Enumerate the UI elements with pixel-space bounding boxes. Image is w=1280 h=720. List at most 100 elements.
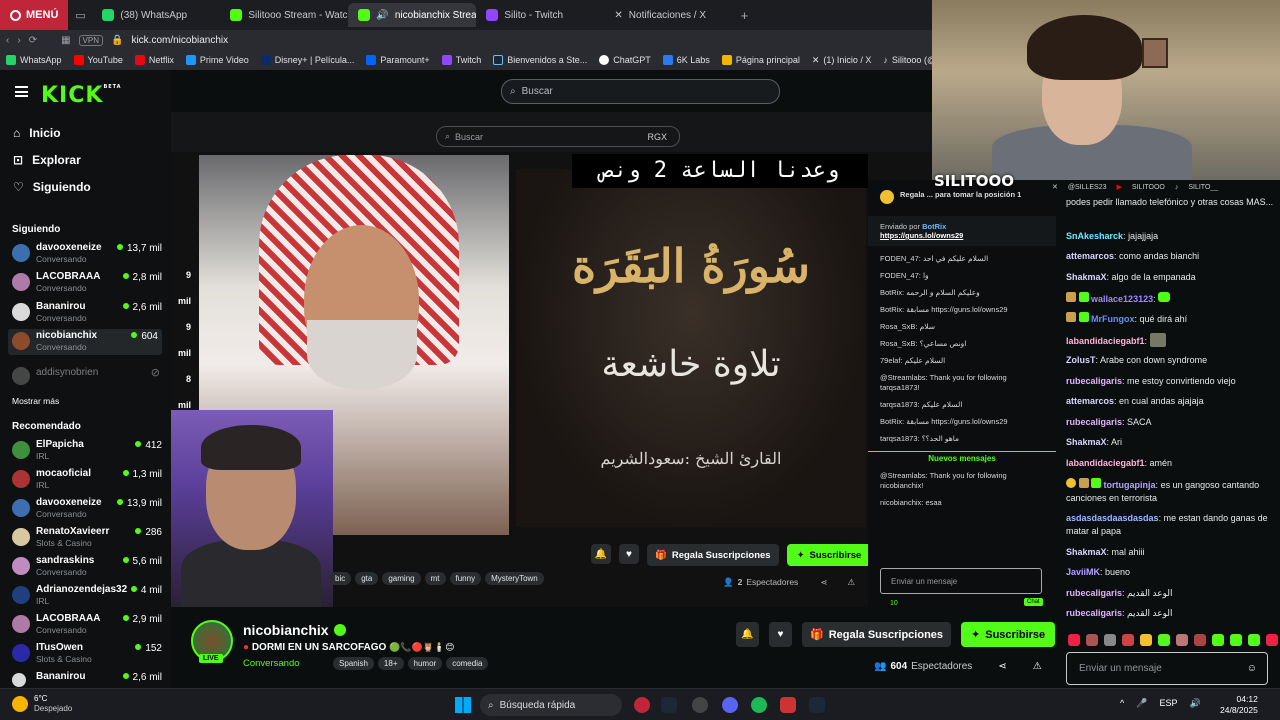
share-icon[interactable]: ⋖	[820, 577, 827, 588]
following-channel[interactable]: Bananirou Conversando 2,6 mil	[12, 300, 162, 326]
chevron-up-icon[interactable]: ^	[1120, 698, 1124, 709]
surah-card: سُورَةُ البَقَرَة تلاوة خاشعة القارئ الش…	[516, 169, 866, 527]
recommended-channel[interactable]: ITusOwen Slots & Casino 152	[12, 641, 162, 667]
tab-silito-twitch[interactable]: Silito - Twitch	[476, 3, 604, 27]
tiktok-icon: ♪	[883, 55, 888, 65]
bookmark-steam[interactable]: Bienvenidos a Ste...	[493, 55, 587, 65]
reload-icon[interactable]: ⟳	[29, 35, 37, 46]
search-bar[interactable]: ⌕ Buscar	[501, 79, 780, 104]
bookmark-prime-video[interactable]: Prime Video	[185, 55, 249, 65]
bookmark-twitch[interactable]: Twitch	[441, 55, 481, 65]
opera-icon[interactable]	[634, 697, 650, 713]
emote-icon[interactable]	[1212, 634, 1224, 646]
taskbar-search[interactable]: ⌕ Búsqueda rápida	[480, 694, 622, 716]
nav-inicio[interactable]: ⌂ Inicio	[13, 126, 61, 140]
recommended-channel[interactable]: davooxeneize Conversando 13,9 mil	[12, 496, 162, 522]
vpn-badge[interactable]: VPN	[78, 34, 103, 46]
emote-icon[interactable]	[1158, 634, 1170, 646]
report-warning-icon[interactable]: ⚠	[1033, 661, 1042, 672]
browser-menu-button[interactable]: MENÚ	[0, 0, 69, 30]
chatgpt-icon[interactable]	[692, 697, 708, 713]
video-player[interactable]: سُورَةُ البَقَرَة تلاوة خاشعة القارئ الش…	[171, 112, 932, 607]
steam-icon[interactable]	[661, 697, 677, 713]
weather-widget[interactable]: 6°C Despejado	[34, 694, 72, 714]
stream-category[interactable]: Conversando	[243, 658, 300, 669]
gift-subscriptions-button[interactable]: 🎁 Regala Suscripciones	[802, 622, 952, 647]
warning-icon[interactable]: ⚠	[847, 577, 855, 588]
windows-start-icon[interactable]	[455, 697, 471, 713]
following-channel[interactable]: davooxeneize Conversando 13,7 mil	[12, 241, 162, 267]
following-channel-selected[interactable]: nicobianchix Conversando 604	[8, 329, 162, 355]
offline-channel[interactable]: addisynobrien ⊘	[12, 364, 162, 390]
emote-icon[interactable]	[1194, 634, 1206, 646]
recommended-channel[interactable]: RenatoXavieerr Slots & Casino 286	[12, 525, 162, 551]
microphone-icon[interactable]: 🎤	[1136, 698, 1147, 709]
recommended-channel[interactable]: mocaoficial IRL 1,3 mil	[12, 467, 162, 493]
bookmark-silitooo[interactable]: ♪Silitooo (@silito_...	[883, 55, 932, 65]
heart-icon[interactable]: ♥	[619, 544, 639, 564]
tab-silitooo-stream[interactable]: Silitooo Stream - Watch L	[220, 3, 348, 27]
hamburger-menu-icon[interactable]	[15, 86, 28, 97]
share-icon[interactable]: ⋖	[998, 661, 1006, 672]
tag-spanish[interactable]: Spanish	[333, 657, 374, 670]
bookmark-6k-labs[interactable]: 6K Labs	[662, 55, 710, 65]
bookmark-paramount[interactable]: Paramount+	[366, 55, 430, 65]
follow-heart-button[interactable]: ♥	[769, 622, 792, 647]
steam-icon[interactable]	[809, 697, 825, 713]
subscribe-button[interactable]: ✦ Suscribirse	[961, 622, 1056, 647]
kick-logo[interactable]: KICKBETA	[41, 83, 122, 108]
channel-name[interactable]: nicobianchix	[243, 622, 346, 638]
recommended-channel[interactable]: Bananirou 2,6 mil	[12, 670, 162, 688]
inner-subscribe-button[interactable]: ✦ Suscribirse	[786, 544, 872, 566]
url-field[interactable]: kick.com/nicobianchix	[131, 35, 228, 46]
notification-bell-button[interactable]: 🔔	[736, 622, 759, 647]
recommended-channel[interactable]: ElPapicha IRL 412	[12, 438, 162, 464]
emote-icon[interactable]	[1122, 634, 1134, 646]
recommended-channel[interactable]: LACOBRAAA Conversando 2,9 mil	[12, 612, 162, 638]
recommended-title: Recomendado	[12, 421, 81, 432]
game-launcher-icon[interactable]	[780, 697, 796, 713]
emote-icon[interactable]	[1230, 634, 1242, 646]
bell-icon[interactable]: 🔔	[591, 544, 611, 564]
emote-icon[interactable]	[1104, 634, 1116, 646]
emote-icon[interactable]	[1266, 634, 1278, 646]
emote-icon[interactable]	[1068, 634, 1080, 646]
bookmark-pagina-principal[interactable]: Página principal	[721, 55, 800, 65]
tab-sidebar-icon[interactable]: ▭	[68, 9, 92, 22]
bookmark-youtube[interactable]: YouTube	[73, 55, 123, 65]
emote-icon[interactable]	[1086, 634, 1098, 646]
tag-18plus[interactable]: 18+	[377, 657, 404, 670]
inner-gift-button[interactable]: 🎁 Regala Suscripciones	[647, 544, 779, 566]
emoji-picker-icon[interactable]: ☺	[1247, 663, 1257, 674]
tab-whatsapp[interactable]: (38) WhatsApp	[92, 3, 220, 27]
bookmark-netflix[interactable]: Netflix	[134, 55, 174, 65]
discord-icon[interactable]	[722, 697, 738, 713]
emote-icon[interactable]	[1140, 634, 1152, 646]
spotify-icon[interactable]	[751, 697, 767, 713]
nav-siguiendo[interactable]: ♡ Siguiendo	[13, 180, 91, 194]
emote-icon[interactable]	[1248, 634, 1260, 646]
show-more-link[interactable]: Mostrar más	[12, 396, 59, 406]
recommended-channel[interactable]: Adrianozendejas32 IRL 4 mil	[12, 583, 162, 609]
tag-comedia[interactable]: comedia	[446, 657, 489, 670]
bookmark-chatgpt[interactable]: ChatGPT	[599, 55, 651, 65]
speaker-icon[interactable]: 🔊	[1189, 698, 1200, 709]
bookmark-whatsapp[interactable]: WhatsApp	[6, 55, 62, 65]
new-tab-button[interactable]: +	[732, 8, 756, 23]
emote-icon[interactable]	[1176, 634, 1188, 646]
clock[interactable]: 04:12 24/8/2025	[1220, 694, 1258, 716]
stream-title: ● DORMI EN UN SARCOFAGO 🟢📞🔴🦉🕯️😊	[243, 642, 455, 653]
recommended-channel[interactable]: sandraskins Conversando 5,6 mil	[12, 554, 162, 580]
bookmark-inicio-x[interactable]: ✕ (1) Inicio / X	[812, 55, 872, 66]
chat-message: podes pedir llamado telefónico y otras c…	[1066, 197, 1274, 207]
back-icon[interactable]: ‹	[6, 35, 9, 46]
tab-notificaciones-x[interactable]: ✕ Notificaciones / X	[604, 3, 732, 27]
chat-input[interactable]: Enviar un mensaje ☺	[1066, 652, 1268, 685]
following-channel[interactable]: LACOBRAAA Conversando 2,8 mil	[12, 270, 162, 296]
tag-humor[interactable]: humor	[407, 657, 443, 670]
forward-icon[interactable]: ›	[17, 35, 20, 46]
bookmark-disney[interactable]: Disney+ | Película...	[260, 55, 354, 65]
home-grid-icon[interactable]: ▦	[61, 35, 70, 46]
nav-explorar[interactable]: ⊡ Explorar	[13, 153, 81, 167]
tab-nicobianchix-stream[interactable]: 🔊 nicobianchix Stream	[348, 3, 477, 27]
